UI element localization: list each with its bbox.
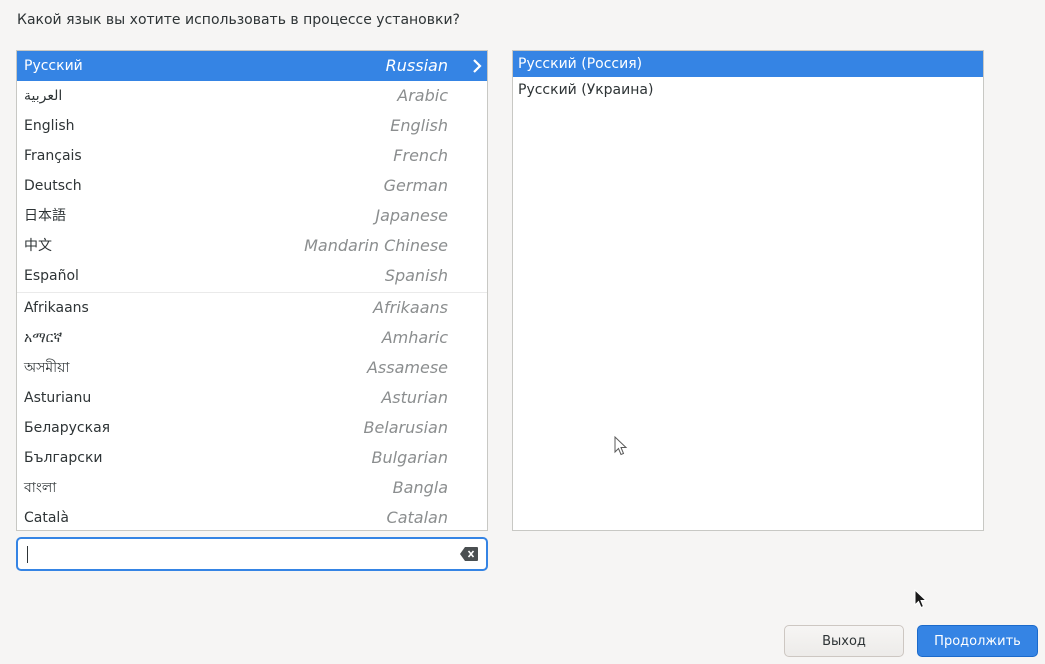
language-row-bangla[interactable]: বাংলা Bangla [17,473,487,503]
language-row-french[interactable]: Français French [17,141,487,171]
language-native-name: العربية [24,88,63,104]
language-english-name: Japanese [375,206,448,225]
locale-row-ukraine[interactable]: Русский (Украина) [513,77,983,103]
language-english-name: Assamese [366,358,448,377]
language-english-name: French [393,146,448,165]
language-english-name: Afrikaans [373,298,448,317]
continue-button[interactable]: Продолжить [917,625,1038,657]
language-native-name: 中文 [24,238,52,254]
quit-button[interactable]: Выход [784,625,904,657]
language-list[interactable]: Русский Russian العربية Arabic English E… [16,50,488,531]
language-native-name: Asturianu [24,390,92,406]
language-english-name: English [390,116,448,135]
language-native-name: Afrikaans [24,300,89,316]
language-row-assamese[interactable]: অসমীয়া Assamese [17,353,487,383]
language-native-name: Български [24,450,103,466]
language-native-name: Español [24,268,79,284]
language-row-german[interactable]: Deutsch German [17,171,487,201]
clear-text-icon[interactable] [460,547,478,561]
language-english-name: Russian [385,56,448,75]
language-native-name: Беларуская [24,420,111,436]
language-row-catalan[interactable]: Català Catalan [17,503,487,530]
language-english-name: Mandarin Chinese [304,236,448,255]
language-row-russian[interactable]: Русский Russian [17,51,487,81]
language-row-afrikaans[interactable]: Afrikaans Afrikaans [17,293,487,323]
language-english-name: Amharic [381,328,448,347]
language-english-name: Arabic [397,86,448,105]
text-cursor [27,546,28,563]
mouse-pointer-icon [914,589,928,609]
language-english-name: Catalan [386,508,448,527]
page-title: Какой язык вы хотите использовать в проц… [17,12,460,28]
language-row-arabic[interactable]: العربية Arabic [17,81,487,111]
language-row-mandarin[interactable]: 中文 Mandarin Chinese [17,231,487,261]
language-row-japanese[interactable]: 日本語 Japanese [17,201,487,231]
language-english-name: German [383,176,448,195]
language-native-name: 日本語 [24,208,66,224]
locale-list[interactable]: Русский (Россия) Русский (Украина) [512,50,984,531]
chevron-right-icon [473,59,482,73]
language-row-amharic[interactable]: አማርኛ Amharic [17,323,487,353]
installer-language-page: Какой язык вы хотите использовать в проц… [0,0,1045,664]
language-row-english[interactable]: English English [17,111,487,141]
language-row-belarusian[interactable]: Беларуская Belarusian [17,413,487,443]
language-english-name: Spanish [384,266,448,285]
language-row-asturian[interactable]: Asturianu Asturian [17,383,487,413]
language-row-spanish[interactable]: Español Spanish [17,261,487,291]
language-native-name: English [24,118,75,134]
language-native-name: አማርኛ [24,330,63,346]
language-native-name: Français [24,148,82,164]
language-english-name: Asturian [381,388,448,407]
language-native-name: অসমীয়া [24,360,70,376]
language-english-name: Bangla [392,478,448,497]
language-native-name: Русский [24,58,83,74]
language-search-input[interactable] [16,537,488,571]
locale-row-russia[interactable]: Русский (Россия) [513,51,983,77]
language-native-name: বাংলা [24,480,57,496]
language-native-name: Català [24,510,69,526]
language-native-name: Deutsch [24,178,82,194]
language-english-name: Belarusian [363,418,448,437]
language-row-bulgarian[interactable]: Български Bulgarian [17,443,487,473]
mouse-pointer-icon [614,436,628,456]
language-english-name: Bulgarian [371,448,449,467]
